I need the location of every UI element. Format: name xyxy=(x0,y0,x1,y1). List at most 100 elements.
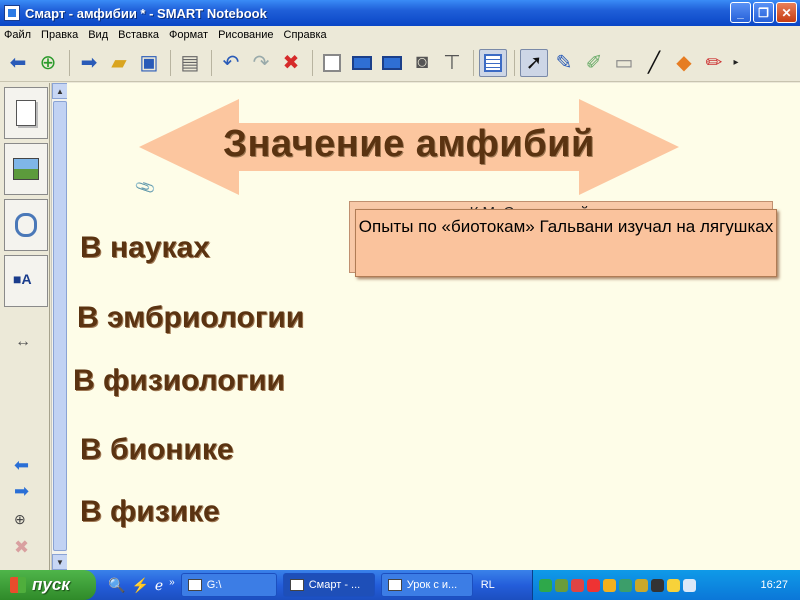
next-page-icon[interactable]: ➡ xyxy=(14,481,29,502)
page-heading[interactable]: Значение амфибий xyxy=(139,123,679,166)
properties-tab[interactable]: ■A xyxy=(4,255,48,307)
more-tools-chevron-icon[interactable]: ▸ xyxy=(730,49,742,77)
back-arrow-icon[interactable]: ⬅ xyxy=(4,49,32,77)
paste-icon[interactable]: ▤ xyxy=(176,49,204,77)
topic-sciences[interactable]: В науках xyxy=(80,231,210,265)
delete-page-icon[interactable]: ✖ xyxy=(14,537,29,558)
notebook-canvas[interactable]: Значение амфибий 📎 В науках В эмбриологи… xyxy=(67,83,800,570)
fullscreen-icon[interactable] xyxy=(348,49,376,77)
maximize-button[interactable]: ❐ xyxy=(753,2,774,23)
start-label: пуск xyxy=(32,575,70,594)
scroll-up-icon[interactable]: ▲ xyxy=(52,83,68,99)
quick-launch: 🔍 ⚡ ℯ » xyxy=(108,577,175,594)
smart-notebook-icon xyxy=(4,5,20,21)
gallery-icon xyxy=(13,158,39,180)
tray-sync-icon[interactable] xyxy=(619,578,632,592)
tray-camera-icon[interactable] xyxy=(651,578,664,592)
quick-launch-chevron-icon[interactable]: » xyxy=(169,577,175,594)
undo-icon[interactable]: ↶ xyxy=(217,49,245,77)
magic-pen-icon[interactable]: ✏ xyxy=(700,49,728,77)
toolbar-separator xyxy=(69,49,70,76)
dual-page-icon[interactable] xyxy=(378,49,406,77)
task-smart-label: Смарт - ... xyxy=(308,579,361,591)
start-button[interactable]: пуск xyxy=(0,570,96,600)
smart-notebook-task-icon xyxy=(289,579,304,591)
document-camera-icon[interactable]: ⊤ xyxy=(438,49,466,77)
shapes-icon[interactable]: ◆ xyxy=(670,49,698,77)
topic-physiology[interactable]: В физиологии xyxy=(73,364,285,398)
creative-pen-icon[interactable]: ✐ xyxy=(580,49,608,77)
vertical-scrollbar[interactable]: ▲ ▼ xyxy=(51,83,68,570)
select-cursor-icon[interactable]: ➚ xyxy=(520,48,548,77)
gallery-tab[interactable] xyxy=(4,143,48,195)
menu-format[interactable]: Формат xyxy=(169,29,208,41)
scroll-thumb[interactable] xyxy=(53,101,67,551)
attachments-paperclip-icon xyxy=(15,213,37,237)
close-button[interactable]: ✕ xyxy=(776,2,797,23)
tray-shield-icon[interactable] xyxy=(571,578,584,592)
menu-view[interactable]: Вид xyxy=(88,29,108,41)
page-sorter-icon xyxy=(16,100,36,126)
drive-icon xyxy=(187,579,202,591)
scroll-down-icon[interactable]: ▼ xyxy=(52,554,68,570)
toolbar: ⬅ ⊕ ➡ ▰ ▣ ▤ ↶ ↷ ✖ ◙ ⊤ ➚ ✎ ✐ ▭ ╱ ◆ ✏ ▸ xyxy=(0,44,800,82)
menu-draw[interactable]: Рисование xyxy=(218,29,273,41)
previous-page-icon[interactable]: ⬅ xyxy=(14,455,29,476)
menu-help[interactable]: Справка xyxy=(284,29,327,41)
tray-font-icon[interactable] xyxy=(683,578,696,592)
windows-flag-icon xyxy=(10,577,26,593)
menu-edit[interactable]: Правка xyxy=(41,29,78,41)
menu-file[interactable]: Файл xyxy=(4,29,31,41)
topic-bionics[interactable]: В бионике xyxy=(80,433,234,467)
line-icon[interactable]: ╱ xyxy=(640,49,668,77)
title-bar: Смарт - амфибии * - SMART Notebook _ ❐ ✕ xyxy=(0,0,800,26)
open-folder-icon[interactable]: ▰ xyxy=(105,49,133,77)
redo-icon[interactable]: ↷ xyxy=(247,49,275,77)
screen-shade-icon[interactable] xyxy=(318,49,346,77)
tray-app-icon[interactable] xyxy=(603,578,616,592)
topic-embryology[interactable]: В эмбриологии xyxy=(77,301,304,335)
browser-icon[interactable]: ℯ xyxy=(155,577,163,594)
toolbar-separator xyxy=(211,49,212,76)
menu-bar: Файл Правка Вид Вставка Формат Рисование… xyxy=(0,26,800,44)
toolbar-separator xyxy=(170,49,171,76)
properties-icon: ■A xyxy=(13,271,32,287)
tray-network-icon[interactable] xyxy=(539,578,552,592)
window-title: Смарт - амфибии * - SMART Notebook xyxy=(25,5,267,21)
language-indicator[interactable]: RL xyxy=(481,579,495,591)
pen-icon[interactable]: ✎ xyxy=(550,49,578,77)
toolbar-separator xyxy=(514,49,515,76)
eraser-icon[interactable]: ▭ xyxy=(610,49,638,77)
task-explorer-label: G:\ xyxy=(206,579,222,591)
tray-antivirus-icon[interactable] xyxy=(587,578,600,592)
task-word[interactable]: Урок с и... xyxy=(380,573,473,597)
minimize-button[interactable]: _ xyxy=(730,2,751,23)
toolbar-separator xyxy=(473,49,474,76)
word-icon xyxy=(387,579,402,591)
task-word-label: Урок с и... xyxy=(406,579,458,591)
add-page-icon[interactable]: ⊕ xyxy=(34,49,62,77)
save-icon[interactable]: ▣ xyxy=(135,49,163,77)
media-icon[interactable]: ⚡ xyxy=(131,577,148,594)
menu-insert[interactable]: Вставка xyxy=(118,29,159,41)
tray-power-icon[interactable] xyxy=(667,578,680,592)
clock[interactable]: 16:27 xyxy=(760,579,788,591)
taskbar: пуск 🔍 ⚡ ℯ » G:\ Смарт - ... Урок с и...… xyxy=(0,570,800,600)
attachments-tab[interactable] xyxy=(4,199,48,251)
tray-update-icon[interactable] xyxy=(555,578,568,592)
panel-resize-icon[interactable]: ↔ xyxy=(15,333,31,351)
add-page-small-icon[interactable]: ⊕ xyxy=(14,511,26,528)
page-sorter-tab[interactable] xyxy=(4,87,48,139)
forward-arrow-icon[interactable]: ➡ xyxy=(75,49,103,77)
window-controls: _ ❐ ✕ xyxy=(730,2,797,23)
tray-volume-icon[interactable] xyxy=(635,578,648,592)
toolbar-separator xyxy=(312,49,313,76)
info-box-front[interactable]: Опыты по «биотокам» Гальвани изучал на л… xyxy=(355,209,777,277)
task-smart-notebook[interactable]: Смарт - ... xyxy=(282,573,375,597)
task-explorer[interactable]: G:\ xyxy=(180,573,277,597)
table-icon[interactable] xyxy=(479,48,507,77)
search-icon[interactable]: 🔍 xyxy=(108,577,125,594)
delete-icon[interactable]: ✖ xyxy=(277,49,305,77)
topic-physics[interactable]: В физике xyxy=(80,495,220,529)
capture-icon[interactable]: ◙ xyxy=(408,49,436,77)
